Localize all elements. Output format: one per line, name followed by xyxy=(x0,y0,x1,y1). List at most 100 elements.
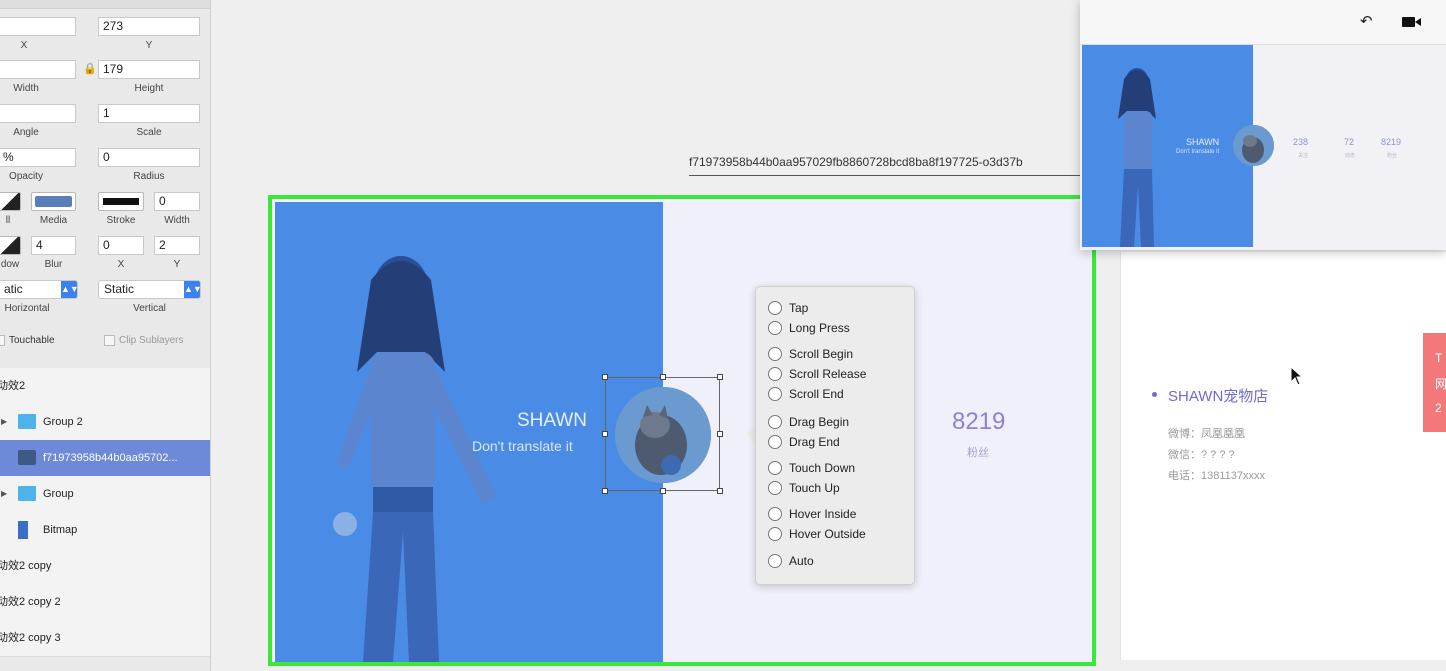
option-label: Hover Outside xyxy=(789,526,866,541)
vertical-label: Vertical xyxy=(133,303,166,314)
option-scroll-end[interactable]: Scroll End xyxy=(768,386,844,401)
opacity-input[interactable]: % xyxy=(0,148,76,167)
fill-label: ll xyxy=(5,215,11,226)
stroke-swatch[interactable] xyxy=(98,192,144,211)
media-label: Media xyxy=(39,215,68,226)
preview-toolbar: ↶ xyxy=(1080,0,1446,45)
radio-button[interactable] xyxy=(768,366,782,381)
layer-name: 动效2 copy xyxy=(0,560,52,572)
option-hover-inside[interactable]: Hover Inside xyxy=(768,506,856,521)
option-long-press[interactable]: Long Press xyxy=(768,320,850,335)
layer-name: 动效2 copy 3 xyxy=(0,632,61,644)
option-label: Scroll Release xyxy=(789,366,867,381)
radio-button[interactable] xyxy=(768,506,782,521)
option-hover-outside[interactable]: Hover Outside xyxy=(768,526,866,541)
height-label: Height xyxy=(134,83,164,94)
radio-button[interactable] xyxy=(768,526,782,541)
option-label: Touch Down xyxy=(789,460,856,475)
option-label: Scroll End xyxy=(789,386,844,401)
resize-handle[interactable] xyxy=(602,374,608,380)
preview-stat-value: 72 xyxy=(1344,137,1355,147)
layer-row[interactable]: Bitmap xyxy=(0,512,210,549)
option-scroll-release[interactable]: Scroll Release xyxy=(768,366,866,381)
blur-input[interactable]: 4 xyxy=(31,236,76,255)
vertical-select[interactable]: Static ▲▼ xyxy=(98,280,202,299)
vertical-value: Static xyxy=(104,282,135,296)
option-auto[interactable]: Auto xyxy=(768,553,814,568)
blur-label: Blur xyxy=(44,259,63,270)
option-label: Scroll Begin xyxy=(789,346,854,361)
red-tab-text: T xyxy=(1435,351,1443,365)
radio-button[interactable] xyxy=(768,480,782,495)
resize-handle[interactable] xyxy=(602,488,608,494)
option-tap[interactable]: Tap xyxy=(768,300,808,315)
option-scroll-begin[interactable]: Scroll Begin xyxy=(768,346,853,361)
resize-handle[interactable] xyxy=(717,431,723,437)
layer-row[interactable]: ▶ Group xyxy=(0,476,210,513)
radio-button[interactable] xyxy=(768,346,782,361)
folder-icon xyxy=(18,414,36,429)
option-label: Long Press xyxy=(789,320,850,335)
red-tab-text: 2 xyxy=(1435,401,1442,415)
touchable-label: Touchable xyxy=(9,335,55,347)
lock-icon[interactable]: 🔒 xyxy=(83,62,97,75)
undo-icon[interactable]: ↶ xyxy=(1360,12,1373,30)
option-drag-begin[interactable]: Drag Begin xyxy=(768,414,849,429)
shadow-x-input[interactable]: 0 xyxy=(98,236,144,255)
option-label: Drag Begin xyxy=(789,414,850,429)
layer-row-selected[interactable]: f71973958b44b0aa95702... xyxy=(0,440,210,477)
inspector-toolbar xyxy=(0,0,210,9)
scale-input[interactable]: 1 xyxy=(98,104,200,123)
radio-button[interactable] xyxy=(768,414,782,429)
resize-handle[interactable] xyxy=(717,374,723,380)
selection-box xyxy=(605,377,720,491)
disclosure-triangle-icon[interactable]: ▶ xyxy=(1,404,7,440)
shadow-swatch[interactable] xyxy=(0,236,21,255)
option-drag-end[interactable]: Drag End xyxy=(768,434,840,449)
touchable-checkbox[interactable]: Touchable xyxy=(0,335,55,346)
horizontal-select[interactable]: atic ▲▼ xyxy=(0,280,79,299)
resize-handle[interactable] xyxy=(660,374,666,380)
option-label: Touch Up xyxy=(789,480,840,495)
layer-row[interactable]: 动效2 xyxy=(0,368,210,405)
layer-row[interactable]: ▶ Group 2 xyxy=(0,404,210,441)
x-input[interactable] xyxy=(0,17,76,36)
video-camera-icon[interactable] xyxy=(1402,15,1422,33)
preview-subtitle: Don't translate it xyxy=(1176,149,1220,155)
resize-handle[interactable] xyxy=(717,488,723,494)
weibo-info: 微博：凤凰凰凰 xyxy=(1168,428,1245,440)
radio-button[interactable] xyxy=(768,300,782,315)
radio-button[interactable] xyxy=(768,320,782,335)
radio-button[interactable] xyxy=(768,553,782,568)
option-touch-up[interactable]: Touch Up xyxy=(768,480,840,495)
option-touch-down[interactable]: Touch Down xyxy=(768,460,855,475)
resize-handle[interactable] xyxy=(660,488,666,494)
fill-swatch[interactable] xyxy=(0,192,21,211)
preview-stat-value: 8219 xyxy=(1381,137,1402,147)
height-input[interactable]: 179 xyxy=(98,60,200,79)
angle-input[interactable] xyxy=(0,104,76,123)
y-input[interactable]: 273 xyxy=(98,17,200,36)
checkbox-box xyxy=(104,335,115,346)
stroke-width-input[interactable]: 0 xyxy=(154,192,200,211)
angle-label: Angle xyxy=(13,127,39,138)
preview-stat-label: 粉丝 xyxy=(1387,153,1398,159)
layer-row[interactable]: 动效2 copy 2 xyxy=(0,584,210,621)
radio-button[interactable] xyxy=(768,460,782,475)
option-label: Drag End xyxy=(789,434,840,449)
red-side-tab[interactable]: T 网 2 xyxy=(1423,333,1446,432)
radio-button[interactable] xyxy=(768,434,782,449)
option-label: Hover Inside xyxy=(789,506,857,521)
disclosure-triangle-icon[interactable]: ▶ xyxy=(1,476,7,512)
radius-input[interactable]: 0 xyxy=(98,148,200,167)
clip-sublayers-checkbox[interactable]: Clip Sublayers xyxy=(104,335,183,346)
preview-stat-value: 238 xyxy=(1293,137,1309,147)
radio-button[interactable] xyxy=(768,386,782,401)
layer-row[interactable]: 动效2 copy xyxy=(0,548,210,585)
shadow-y-input[interactable]: 2 xyxy=(154,236,200,255)
media-swatch[interactable] xyxy=(31,192,76,211)
layer-row[interactable]: 动效2 copy 3 xyxy=(0,620,210,657)
followers-count: 8219 xyxy=(952,408,1006,435)
width-input[interactable] xyxy=(0,60,76,79)
resize-handle[interactable] xyxy=(602,431,608,437)
